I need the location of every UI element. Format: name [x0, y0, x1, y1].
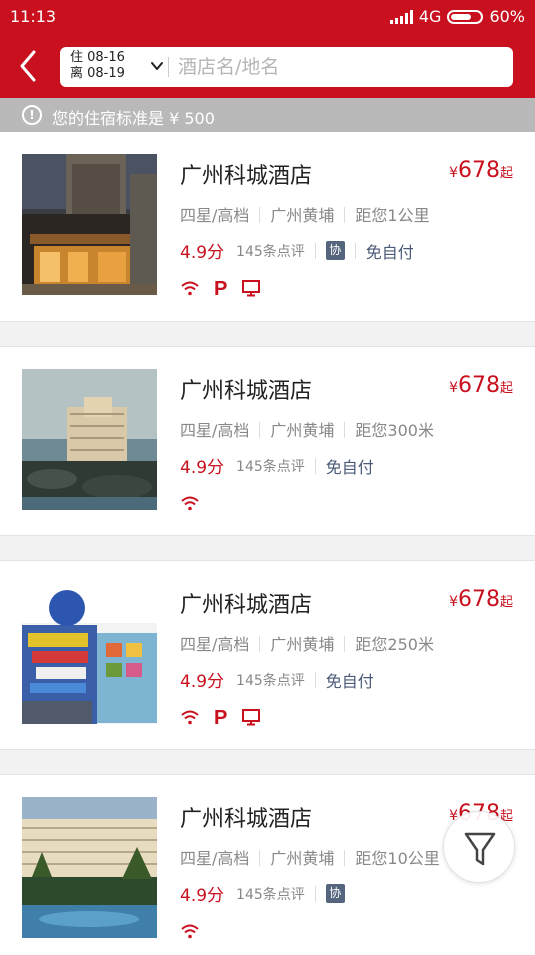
wifi-icon	[180, 707, 200, 729]
amenities: P	[180, 278, 261, 300]
date-range-picker[interactable]: 住 08-16 离 08-19	[70, 50, 166, 84]
rating-row: 4.9分 145条点评 免自付	[180, 667, 374, 692]
search-box: 住 08-16 离 08-19	[60, 47, 513, 87]
wifi-icon	[180, 493, 200, 515]
hotel-distance: 距您1公里	[355, 206, 430, 225]
hotel-card[interactable]: 广州科城酒店 ¥678起 四星/高档 广州黄埔 距您1公里 4.9分 145条点评 …	[0, 132, 535, 322]
filter-button[interactable]	[443, 811, 515, 883]
rating-row: 4.9分 145条点评 协	[180, 881, 345, 906]
hotel-meta: 四星/高档 广州黄埔 距您250米	[180, 631, 434, 655]
battery-level: 60%	[489, 7, 525, 26]
hotel-name: 广州科城酒店	[180, 807, 313, 832]
parking-icon: P	[214, 278, 228, 300]
no-copay-tag: 免自付	[325, 457, 374, 477]
hotel-photo	[22, 797, 157, 938]
hotel-distance: 距您250米	[355, 635, 434, 654]
hotel-star: 四星/高档	[180, 421, 250, 440]
hotel-score: 4.9分	[180, 672, 225, 692]
hotel-distance: 距您10公里	[355, 849, 440, 868]
notice-text: 您的住宿标准是 ¥ 500	[52, 109, 215, 128]
hotel-meta: 四星/高档 广州黄埔 距您1公里	[180, 202, 430, 226]
price-currency: ¥	[449, 165, 458, 181]
hotel-score: 4.9分	[180, 886, 225, 906]
hotel-star: 四星/高档	[180, 635, 250, 654]
hotel-score: 4.9分	[180, 458, 225, 478]
amenities: P	[180, 707, 261, 729]
parking-icon: P	[214, 707, 228, 729]
hotel-price: ¥678起	[449, 587, 513, 612]
header-bar: 住 08-16 离 08-19	[0, 34, 535, 98]
price-suffix: 起	[499, 595, 513, 610]
hotel-price: ¥678起	[449, 373, 513, 398]
status-bar: 11:13 4G 60%	[0, 0, 535, 34]
hotel-distance: 距您300米	[355, 421, 434, 440]
amenities	[180, 921, 200, 943]
search-divider	[168, 57, 169, 77]
agreement-badge: 协	[325, 884, 345, 903]
hotel-price: ¥678起	[449, 158, 513, 183]
hotel-meta: 四星/高档 广州黄埔 距您300米	[180, 417, 434, 441]
price-currency: ¥	[449, 594, 458, 610]
hotel-meta: 四星/高档 广州黄埔 距您10公里	[180, 845, 440, 869]
notice-bar: ! 您的住宿标准是 ¥ 500	[0, 98, 535, 132]
review-count: 145条点评	[236, 672, 305, 689]
network-type: 4G	[418, 7, 442, 26]
price-suffix: 起	[499, 381, 513, 396]
rating-row: 4.9分 145条点评 免自付	[180, 453, 374, 478]
status-indicators: 4G 60%	[389, 7, 525, 26]
no-copay-tag: 免自付	[365, 242, 414, 262]
price-value: 678	[457, 587, 500, 612]
amenities	[180, 493, 200, 515]
status-time: 11:13	[10, 7, 57, 26]
hotel-name: 广州科城酒店	[180, 379, 313, 404]
chevron-left-icon	[20, 50, 36, 82]
hotel-photo	[22, 154, 157, 295]
price-currency: ¥	[449, 380, 458, 396]
tv-icon	[241, 278, 261, 300]
price-value: 678	[457, 158, 500, 183]
tv-icon	[241, 707, 261, 729]
review-count: 145条点评	[236, 458, 305, 475]
hotel-area: 广州黄埔	[270, 206, 335, 225]
hotel-photo	[22, 583, 157, 724]
price-value: 678	[457, 373, 500, 398]
hotel-name: 广州科城酒店	[180, 593, 313, 618]
hotel-name: 广州科城酒店	[180, 164, 313, 189]
back-button[interactable]	[14, 48, 44, 84]
hotel-score: 4.9分	[180, 243, 225, 263]
wifi-icon	[180, 921, 200, 943]
hotel-card[interactable]: 广州科城酒店 ¥678起 四星/高档 广州黄埔 距您250米 4.9分 145条点评…	[0, 560, 535, 750]
info-icon: !	[22, 105, 42, 125]
search-input[interactable]	[178, 47, 498, 87]
no-copay-tag: 免自付	[325, 671, 374, 691]
filter-icon	[464, 832, 496, 866]
price-suffix: 起	[499, 166, 513, 181]
signal-icon	[389, 9, 413, 24]
hotel-star: 四星/高档	[180, 206, 250, 225]
hotel-area: 广州黄埔	[270, 421, 335, 440]
rating-row: 4.9分 145条点评 协 免自付	[180, 238, 414, 263]
hotel-card[interactable]: 广州科城酒店 ¥678起 四星/高档 广州黄埔 距您300米 4.9分 145条点评…	[0, 346, 535, 536]
wifi-icon	[180, 278, 200, 300]
hotel-area: 广州黄埔	[270, 635, 335, 654]
review-count: 145条点评	[236, 243, 305, 260]
chevron-down-icon	[151, 62, 163, 70]
hotel-area: 广州黄埔	[270, 849, 335, 868]
agreement-badge: 协	[325, 241, 345, 260]
battery-icon	[447, 9, 484, 24]
hotel-photo	[22, 369, 157, 510]
review-count: 145条点评	[236, 886, 305, 903]
hotel-star: 四星/高档	[180, 849, 250, 868]
